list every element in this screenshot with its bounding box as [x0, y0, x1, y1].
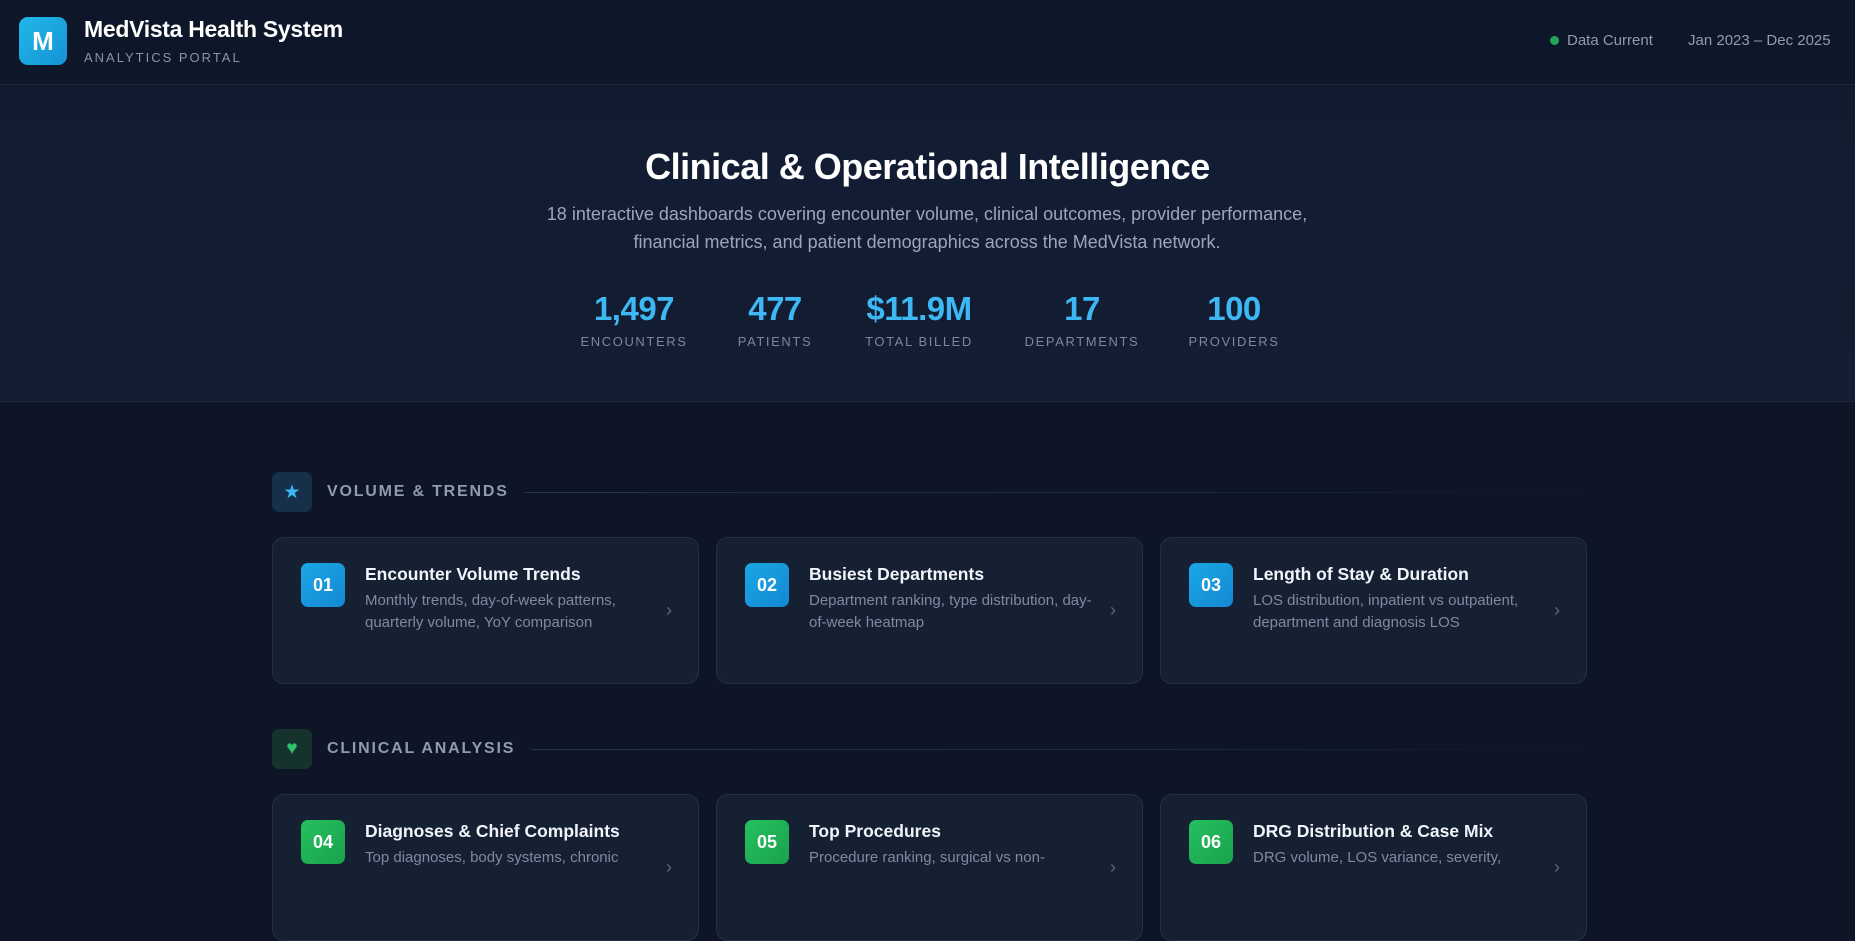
data-status: Data Current	[1550, 32, 1653, 49]
card-title: Length of Stay & Duration	[1253, 564, 1469, 584]
card-number-badge: 01	[301, 563, 345, 607]
chevron-right-icon: ›	[1110, 600, 1116, 620]
section-header-volume-trends: ★ VOLUME & TRENDS	[272, 472, 1587, 512]
card-description: Procedure ranking, surgical vs non-	[809, 849, 1045, 866]
chevron-right-icon: ›	[1110, 857, 1116, 877]
stat-label: DEPARTMENTS	[1024, 334, 1140, 349]
dashboard-card-05[interactable]: 05 Top Procedures Procedure ranking, sur…	[716, 794, 1143, 941]
section-header-clinical-analysis: ♥ CLINICAL ANALYSIS	[272, 729, 1587, 769]
status-dot-icon	[1550, 36, 1559, 45]
app-subtitle: ANALYTICS PORTAL	[84, 50, 242, 65]
date-range: Jan 2023 – Dec 2025	[1688, 32, 1831, 49]
stat-providers: 100 PROVIDERS	[1149, 290, 1319, 349]
card-number-badge: 03	[1189, 563, 1233, 607]
card-title: Diagnoses & Chief Complaints	[365, 821, 620, 841]
dashboard-card-04[interactable]: 04 Diagnoses & Chief Complaints Top diag…	[272, 794, 699, 941]
star-icon: ★	[272, 472, 312, 512]
card-title: Top Procedures	[809, 821, 941, 841]
dashboard-card-03[interactable]: 03 Length of Stay & Duration LOS distrib…	[1160, 537, 1587, 684]
logo[interactable]: M	[19, 17, 67, 65]
card-title: DRG Distribution & Case Mix	[1253, 821, 1494, 841]
top-bar: M MedVista Health System ANALYTICS PORTA…	[0, 0, 1855, 85]
section-divider	[531, 748, 1587, 750]
app-title: MedVista Health System	[84, 16, 343, 42]
card-title: Encounter Volume Trends	[365, 564, 581, 584]
card-description: LOS distribution, inpatient vs outpatien…	[1253, 592, 1519, 631]
chevron-right-icon: ›	[1554, 600, 1560, 620]
card-description: Department ranking, type distribution, d…	[809, 592, 1092, 631]
section-label: CLINICAL ANALYSIS	[327, 740, 516, 757]
stat-value: $11.9M	[866, 290, 972, 327]
status-label: Data Current	[1567, 32, 1653, 49]
chevron-right-icon: ›	[666, 857, 672, 877]
card-number-badge: 05	[745, 820, 789, 864]
section-label: VOLUME & TRENDS	[327, 483, 509, 500]
chevron-right-icon: ›	[666, 600, 672, 620]
page-description: 18 interactive dashboards covering encou…	[546, 204, 1308, 252]
card-title: Busiest Departments	[809, 564, 985, 584]
stat-value: 17	[1064, 290, 1100, 327]
card-description: DRG volume, LOS variance, severity,	[1253, 849, 1502, 866]
dashboard-card-01[interactable]: 01 Encounter Volume Trends Monthly trend…	[272, 537, 699, 684]
card-number-badge: 04	[301, 820, 345, 864]
stat-total-billed: $11.9M TOTAL BILLED	[834, 290, 1004, 349]
stat-label: PROVIDERS	[1188, 334, 1280, 349]
chevron-right-icon: ›	[1554, 857, 1560, 877]
heart-icon: ♥	[272, 729, 312, 769]
card-description: Top diagnoses, body systems, chronic	[365, 849, 619, 866]
card-number-badge: 02	[745, 563, 789, 607]
card-number-badge: 06	[1189, 820, 1233, 864]
section-divider	[524, 491, 1587, 493]
dashboard-card-06[interactable]: 06 DRG Distribution & Case Mix DRG volum…	[1160, 794, 1587, 941]
stat-label: TOTAL BILLED	[865, 334, 973, 349]
dashboard-card-02[interactable]: 02 Busiest Departments Department rankin…	[716, 537, 1143, 684]
page-title: Clinical & Operational Intelligence	[645, 146, 1210, 187]
hero-section: Clinical & Operational Intelligence 18 i…	[0, 86, 1855, 402]
stat-value: 100	[1207, 290, 1261, 327]
stat-departments: 17 DEPARTMENTS	[997, 290, 1167, 349]
card-description: Monthly trends, day-of-week patterns, qu…	[365, 592, 616, 631]
